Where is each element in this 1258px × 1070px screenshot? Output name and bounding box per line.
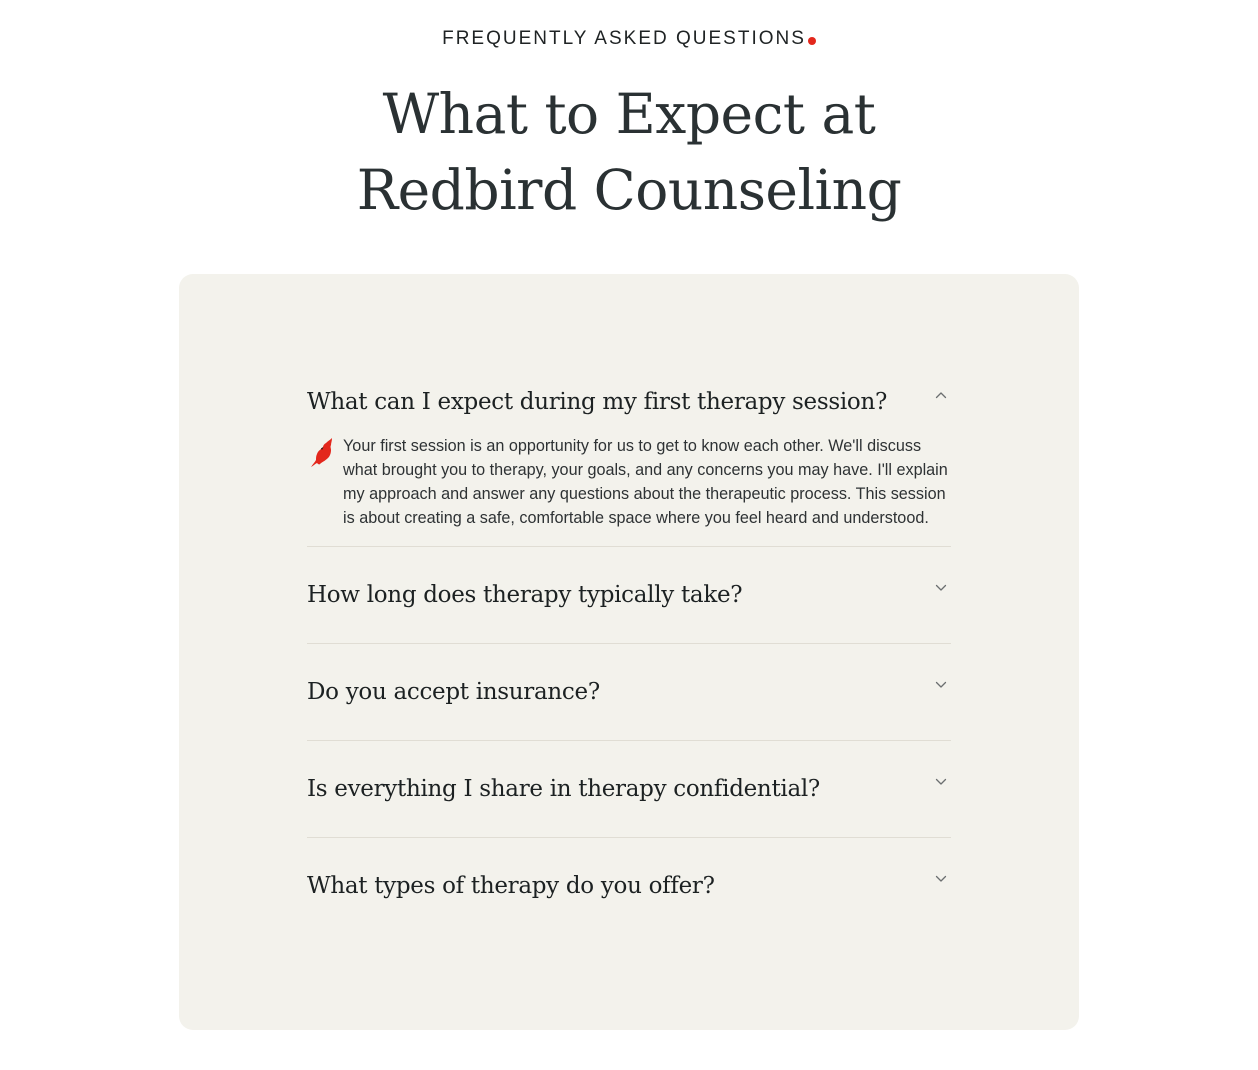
faq-answer-text: Your first session is an opportunity for… — [343, 437, 948, 527]
eyebrow-text: FREQUENTLY ASKED QUESTIONS — [442, 28, 806, 49]
faq-question-toggle[interactable]: Do you accept insurance? — [307, 644, 951, 740]
chevron-down-icon[interactable] — [931, 869, 951, 889]
faq-item: Do you accept insurance? — [307, 644, 951, 741]
faq-question-text: What types of therapy do you offer? — [307, 873, 715, 899]
faq-list: What can I expect during my first therap… — [307, 362, 951, 934]
faq-item: How long does therapy typically take? — [307, 547, 951, 644]
faq-question-text: Is everything I share in therapy confide… — [307, 776, 820, 802]
faq-item: What can I expect during my first therap… — [307, 362, 951, 547]
page-title: What to Expect at Redbird Counseling — [0, 76, 1258, 228]
faq-question-text: How long does therapy typically take? — [307, 582, 743, 608]
faq-question-toggle[interactable]: What can I expect during my first therap… — [307, 362, 951, 442]
faq-card: What can I expect during my first therap… — [179, 274, 1079, 1030]
section-eyebrow: FREQUENTLY ASKED QUESTIONS — [0, 27, 1258, 51]
faq-question-text: Do you accept insurance? — [307, 679, 600, 705]
chevron-down-icon[interactable] — [931, 578, 951, 598]
chevron-down-icon[interactable] — [931, 772, 951, 792]
faq-question-text: What can I expect during my first therap… — [307, 389, 888, 415]
faq-item: Is everything I share in therapy confide… — [307, 741, 951, 838]
chevron-up-icon[interactable] — [931, 385, 951, 405]
faq-answer: Your first session is an opportunity for… — [307, 434, 951, 546]
page-title-line-2: Redbird Counseling — [356, 158, 902, 222]
accent-dot — [807, 37, 816, 45]
page-title-line-1: What to Expect at — [382, 82, 876, 146]
chevron-down-icon[interactable] — [931, 675, 951, 695]
faq-question-toggle[interactable]: Is everything I share in therapy confide… — [307, 741, 951, 837]
faq-question-toggle[interactable]: How long does therapy typically take? — [307, 547, 951, 643]
faq-question-toggle[interactable]: What types of therapy do you offer? — [307, 838, 951, 934]
cardinal-bird-icon — [307, 434, 337, 470]
faq-item: What types of therapy do you offer? — [307, 838, 951, 934]
